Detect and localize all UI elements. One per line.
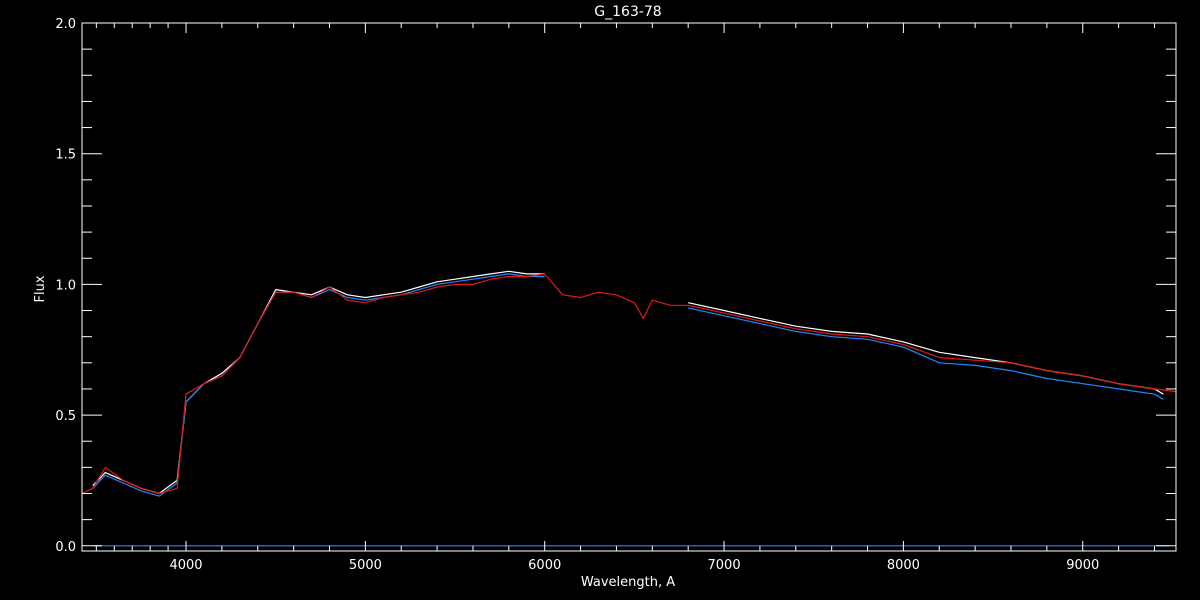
x-tick-label-4: 8000	[887, 558, 920, 573]
y-tick-label-2: 1.0	[55, 278, 76, 293]
x-axis-label: Wavelength, A	[581, 575, 675, 590]
y-tick-label-4: 2.0	[55, 17, 76, 32]
x-tick-label-3: 7000	[708, 558, 741, 573]
x-tick-label-0: 4000	[169, 558, 202, 573]
y-tick-label-3: 1.5	[55, 148, 76, 163]
y-tick-label-0: 0.0	[55, 540, 76, 555]
x-tick-label-5: 9000	[1066, 558, 1099, 573]
chart-background	[0, 0, 1200, 600]
y-tick-label-1: 0.5	[55, 409, 76, 424]
x-tick-label-1: 5000	[349, 558, 382, 573]
y-axis-label: Flux	[33, 275, 48, 302]
chart-title: G_163-78	[594, 4, 661, 20]
spectrum-chart: G_163-78 Flux Wavelength, A 4000 5000 6000…	[0, 0, 1200, 600]
x-tick-label-2: 6000	[528, 558, 561, 573]
